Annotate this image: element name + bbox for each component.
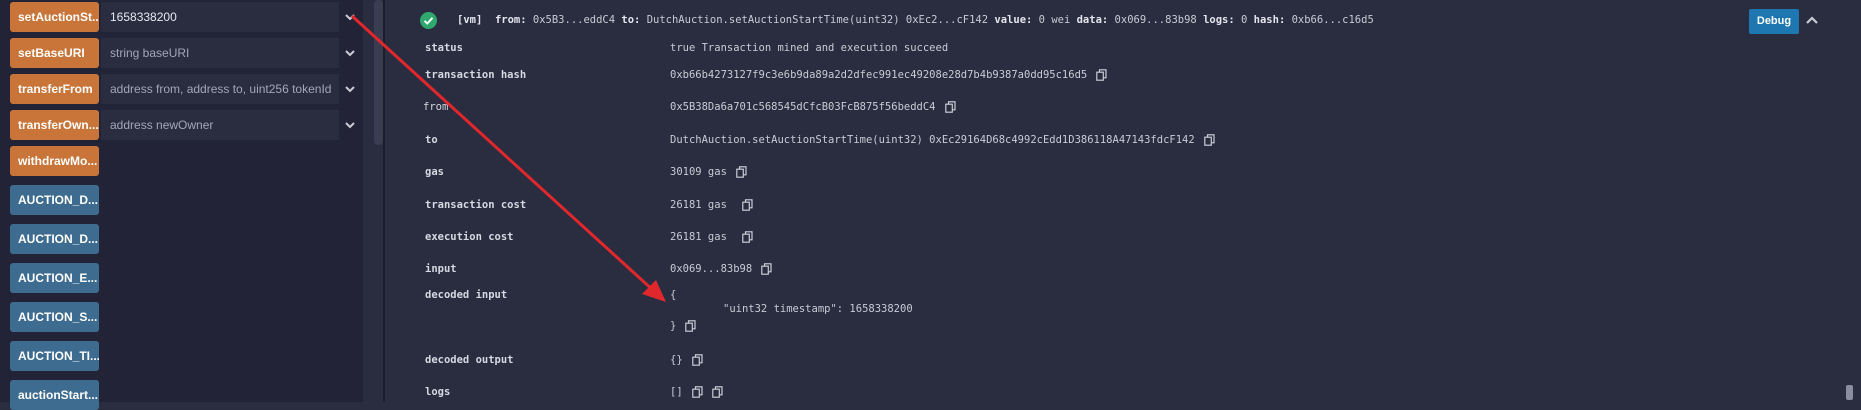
decoded-input-close-row: } — [670, 320, 696, 332]
decoded-input-open: { — [670, 289, 677, 301]
to-row: DutchAuction.setAuctionStartTime(uint32)… — [670, 134, 1215, 146]
decoded-output-label: decoded output — [425, 354, 514, 366]
value-key: value: — [994, 14, 1033, 26]
logs-row: [] — [670, 386, 723, 398]
function-button-setBaseURI[interactable]: setBaseURI — [10, 38, 99, 68]
function-button-setAuctionStartTime[interactable]: setAuctionSt... — [10, 2, 99, 32]
to-label: to — [425, 134, 438, 146]
function-button-AUCTION_S[interactable]: AUCTION_S... — [10, 302, 99, 332]
decoded-output-row: {} — [670, 354, 703, 366]
terminal-scrollbar[interactable] — [1846, 385, 1853, 400]
function-button-transferOwnership[interactable]: transferOwn... — [10, 110, 99, 140]
from-key: from: — [494, 14, 527, 26]
chevron-down-icon[interactable] — [343, 118, 357, 132]
status-label: status — [425, 42, 463, 54]
check-circle-icon — [420, 12, 437, 29]
copy-icon[interactable] — [691, 354, 703, 366]
vm-tag: [vm] — [457, 14, 483, 26]
function-button-withdrawMoney[interactable]: withdrawMo... — [10, 146, 99, 176]
function-button-AUCTION_E[interactable]: AUCTION_E... — [10, 263, 99, 293]
copy-icon[interactable] — [1096, 69, 1107, 81]
to-value: DutchAuction.setAuctionStartTime(uint32)… — [670, 134, 1195, 146]
logs-key: logs: — [1203, 14, 1235, 26]
transferOwnership-input[interactable]: address newOwner — [101, 110, 339, 140]
decoded-input-label: decoded input — [425, 289, 508, 301]
function-button-auctionStart[interactable]: auctionStart... — [10, 380, 99, 410]
data-key: data: — [1076, 14, 1109, 26]
copy-icon[interactable] — [742, 231, 753, 243]
summary-from: 0x5B3...eddC4 — [532, 14, 616, 26]
copy-icon[interactable] — [742, 199, 753, 211]
logs-value: [] — [670, 386, 683, 398]
tx-hash-row: 0xb66b4273127f9c3e6b9da89a2d2dfec991ec49… — [670, 69, 1107, 81]
copy-icon[interactable] — [1203, 134, 1215, 146]
status-value: true Transaction mined and execution suc… — [670, 42, 949, 54]
function-button-AUCTION_D-1[interactable]: AUCTION_D... — [10, 185, 99, 215]
input-row: 0x069...83b98 — [670, 263, 772, 275]
gas-row: 30109 gas — [670, 166, 747, 178]
exec-cost-value: 26181 gas — [670, 231, 727, 243]
chevron-up-icon[interactable] — [1804, 13, 1820, 29]
from-value: 0x5B38Da6a701c568545dCfcB03FcB875f56bedd… — [670, 101, 936, 113]
tx-cost-value: 26181 gas — [670, 199, 727, 211]
to-key: to: — [621, 14, 641, 26]
tx-cost-row: 26181 gas — [670, 199, 753, 211]
from-row: 0x5B38Da6a701c568545dCfcB03FcB875f56bedd… — [670, 101, 956, 113]
chevron-down-icon[interactable] — [343, 10, 357, 24]
setAuctionStartTime-input[interactable]: 1658338200 — [101, 2, 339, 32]
gas-value: 30109 gas — [670, 166, 727, 178]
chevron-down-icon[interactable] — [343, 82, 357, 96]
tx-hash-label: transaction hash — [425, 69, 527, 81]
copy-icon[interactable] — [711, 386, 723, 398]
exec-cost-row: 26181 gas — [670, 231, 753, 243]
transaction-summary[interactable]: [vm] from: 0x5B3...eddC4 to: DutchAuctio… — [457, 14, 1374, 26]
decoded-input-line: "uint32 timestamp": 1658338200 — [723, 303, 913, 315]
exec-cost-label: execution cost — [425, 231, 514, 243]
copy-icon[interactable] — [944, 101, 956, 113]
logs-label: logs — [425, 386, 451, 398]
copy-icon[interactable] — [736, 166, 747, 178]
copy-icon[interactable] — [685, 320, 696, 332]
function-button-transferFrom[interactable]: transferFrom — [10, 74, 99, 104]
summary-data: 0x069...83b98 — [1114, 14, 1197, 26]
tx-cost-label: transaction cost — [425, 199, 527, 211]
debug-button[interactable]: Debug — [1749, 9, 1799, 34]
terminal-output — [385, 0, 1861, 402]
function-button-AUCTION_D-2[interactable]: AUCTION_D... — [10, 224, 99, 254]
hash-key: hash: — [1253, 14, 1286, 26]
decoded-input-close: } — [670, 320, 677, 332]
summary-hash: 0xb66...c16d5 — [1291, 14, 1374, 26]
input-label: input — [425, 263, 457, 275]
summary-logs: 0 — [1241, 14, 1248, 26]
function-button-AUCTION_TI[interactable]: AUCTION_TI... — [10, 341, 99, 371]
copy-icon[interactable] — [761, 263, 772, 275]
summary-value: 0 wei — [1038, 14, 1071, 26]
setBaseURI-input[interactable]: string baseURI — [101, 38, 339, 68]
copy-icon[interactable] — [691, 386, 703, 398]
function-panel: setAuctionSt... 1658338200 setBaseURI st… — [0, 0, 363, 410]
tx-hash-value: 0xb66b4273127f9c3e6b9da89a2d2dfec991ec49… — [670, 69, 1088, 81]
summary-to: DutchAuction.setAuctionStartTime(uint32)… — [646, 14, 989, 26]
transferFrom-input[interactable]: address from, address to, uint256 tokenI… — [101, 74, 339, 104]
decoded-output-value: {} — [670, 354, 683, 366]
left-scrollbar[interactable] — [374, 0, 383, 145]
input-value: 0x069...83b98 — [670, 263, 753, 275]
from-label: from — [423, 101, 449, 113]
chevron-down-icon[interactable] — [343, 46, 357, 60]
gas-label: gas — [425, 166, 444, 178]
